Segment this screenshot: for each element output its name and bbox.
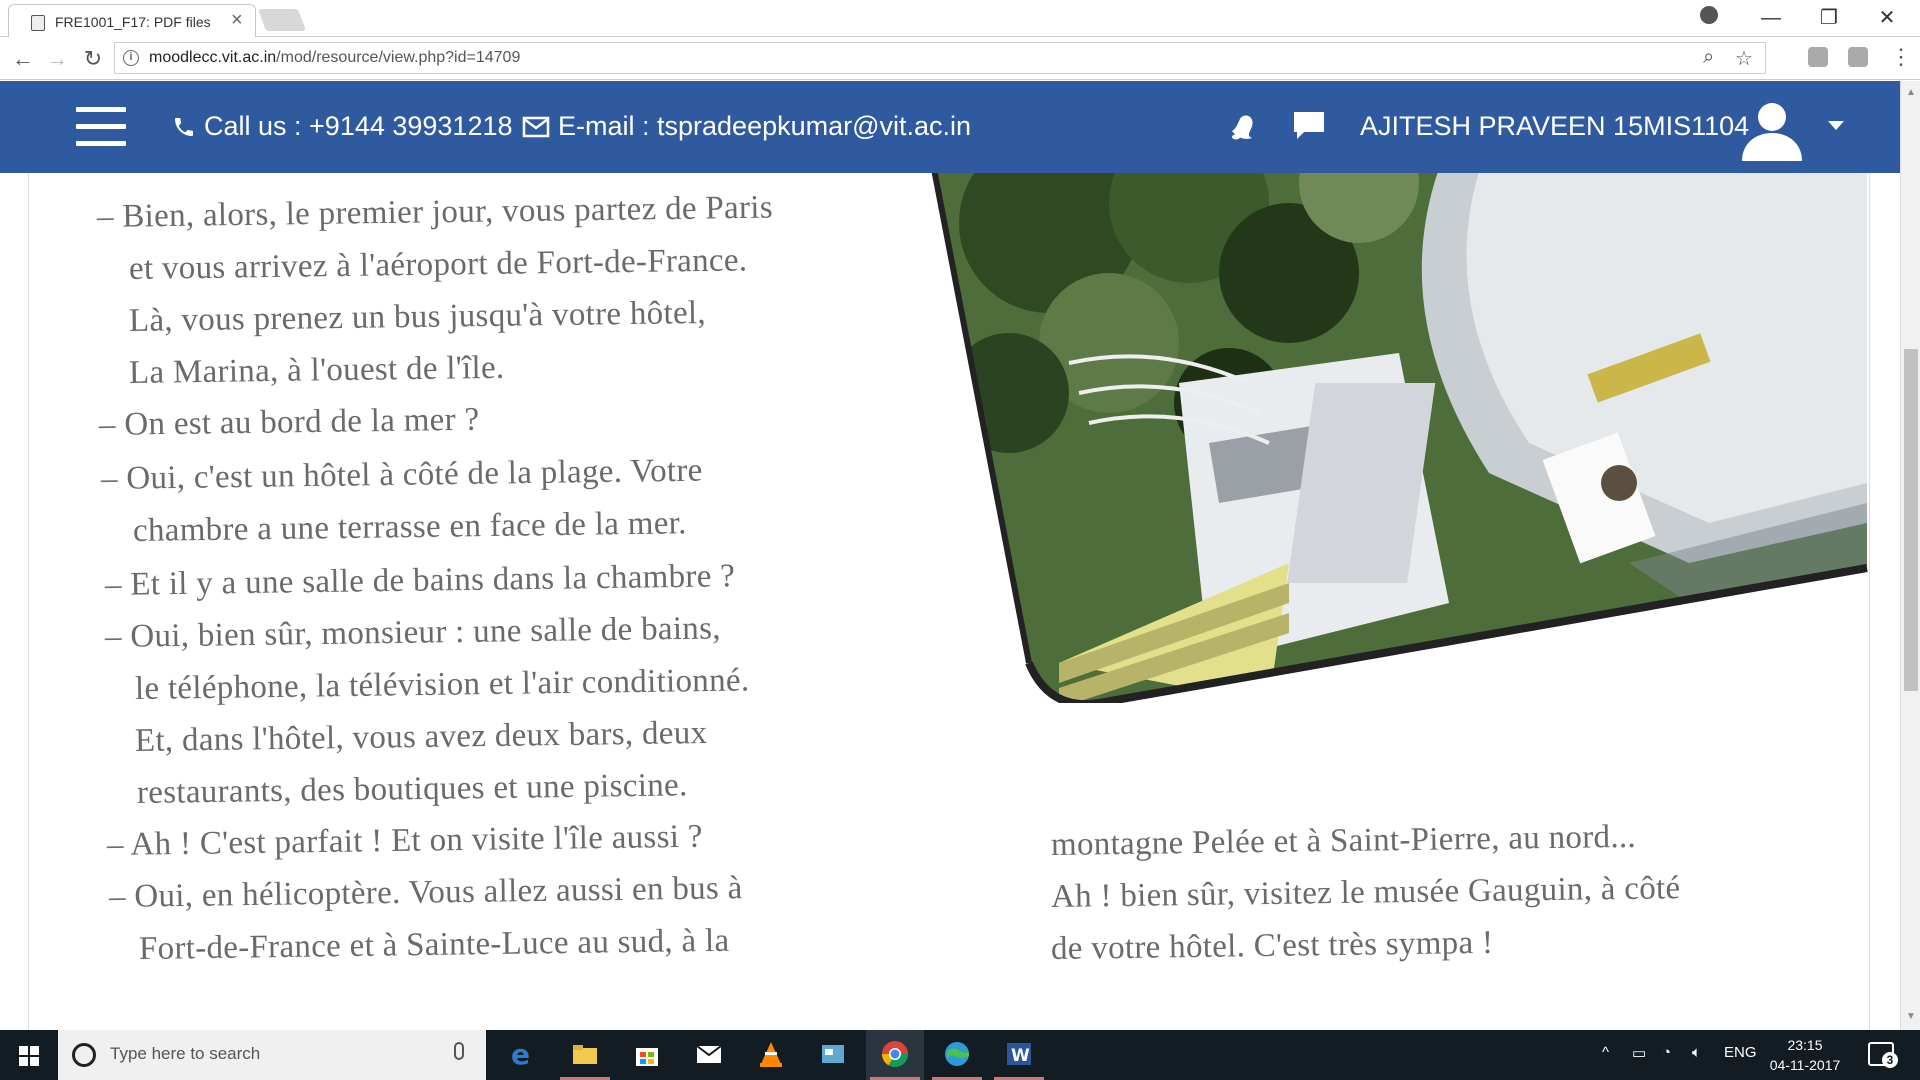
file-explorer-app-icon[interactable] [556,1030,614,1080]
envelope-icon [522,116,550,137]
profile-icon[interactable] [1700,6,1718,24]
text-line: montagne Pelée et à Saint-Pierre, au nor… [1050,818,1637,863]
user-menu-caret-icon[interactable] [1828,121,1844,130]
control-panel-app-icon[interactable] [804,1030,862,1080]
clock-time: 23:15 [1787,1037,1823,1053]
vlc-app-icon[interactable] [742,1030,800,1080]
volume-icon[interactable]: 🔈︎ [1692,1044,1701,1061]
edge-app-icon[interactable]: e [494,1030,552,1080]
new-tab-button[interactable] [257,9,307,31]
messages-icon[interactable] [1292,109,1326,143]
site-header: Call us : +9144 39931218 E-mail : tsprad… [0,81,1900,173]
back-button[interactable]: ← [10,46,36,72]
mail-app-icon[interactable] [680,1030,738,1080]
text-line: Ah ! bien sûr, visitez le musée Gauguin,… [1050,870,1681,915]
svg-text:W: W [1011,1046,1030,1066]
hamburger-menu-icon[interactable] [76,107,126,147]
windows-start-icon[interactable] [0,1030,58,1080]
text-line: – Oui, bien sûr, monsieur : une salle de… [104,610,722,655]
notification-bell-icon[interactable] [1226,109,1260,143]
text-line: et vous arrivez à l'aéroport de Fort-de-… [128,242,748,287]
address-bar[interactable]: i moodlecc.vit.ac.in/mod/resource/view.p… [114,42,1766,74]
zoom-icon[interactable]: ⌕ [1703,46,1714,69]
action-center-icon[interactable]: 3 [1868,1042,1898,1068]
scroll-thumb[interactable] [1904,349,1918,691]
text-line: – Oui, c'est un hôtel à côté de la plage… [100,452,703,497]
clock-date: 04-11-2017 [1769,1057,1841,1073]
store-app-icon[interactable] [618,1030,676,1080]
tab-title: FRE1001_F17: PDF files [55,14,211,30]
forward-button[interactable]: → [44,46,70,72]
microphone-icon[interactable] [454,1042,464,1060]
user-avatar-icon[interactable] [1740,97,1804,161]
chrome-app-icon[interactable] [866,1030,924,1080]
text-line: restaurants, des boutiques et une piscin… [136,767,688,811]
text-line: chambre a une terrasse en face de la mer… [132,505,687,549]
url-path: /mod/resource/view.php?id=14709 [276,49,521,66]
system-clock[interactable]: 23:15 04-11-2017 [1768,1035,1842,1075]
svg-text:e: e [511,1040,530,1068]
email-text: E-mail : tspradeepkumar@vit.ac.in [558,111,972,141]
cortana-icon [72,1043,96,1067]
text-line: Là, vous prenez un bus jusqu'à votre hôt… [128,294,707,339]
taskbar-search-input[interactable]: Type here to search [58,1030,486,1080]
info-icon[interactable]: i [123,50,139,66]
text-line: de votre hôtel. C'est très sympa ! [1050,924,1494,967]
pdf-page: – Bien, alors, le premier jour, vous par… [28,173,1870,1030]
extension-icon-2[interactable] [1848,47,1868,67]
language-indicator[interactable]: ENG [1724,1044,1757,1061]
search-placeholder: Type here to search [110,1044,261,1063]
call-us-link[interactable]: Call us : +9144 39931218 [172,111,513,142]
hotel-photo [929,173,1868,703]
user-name[interactable]: AJITESH PRAVEEN 15MIS1104 [1360,111,1749,142]
tab-close-button[interactable]: × [231,10,243,30]
scroll-up-icon[interactable]: ▲ [1906,87,1916,98]
scroll-down-icon[interactable]: ▼ [1906,1011,1916,1022]
show-hidden-icons-icon[interactable]: ^ [1602,1044,1609,1061]
browser-menu-icon[interactable]: ⋮ [1890,44,1912,70]
call-us-text: Call us : +9144 39931218 [204,111,513,141]
page-scrollbar[interactable]: ▲ ▼ [1900,81,1920,1030]
text-line: – Ah ! C'est parfait ! Et on visite l'îl… [106,818,703,863]
text-line: – Bien, alors, le premier jour, vous par… [96,189,774,235]
url-text[interactable]: moodlecc.vit.ac.in/mod/resource/view.php… [149,49,520,67]
text-line: Fort-de-France et à Sainte-Luce au sud, … [138,922,730,967]
text-line: – Et il y a une salle de bains dans la c… [104,558,736,603]
close-window-button[interactable]: ✕ [1864,4,1910,32]
windows-taskbar: Type here to search e W ^ ▭ ◔ 🔈︎ ENG 23:… [0,1030,1920,1080]
browser-tab-strip: FRE1001_F17: PDF files × — ❐ ✕ [0,0,1920,37]
text-line: La Marina, à l'ouest de l'île. [128,349,505,391]
text-line: – On est au bord de la mer ? [98,401,480,443]
maximize-button[interactable]: ❐ [1806,4,1852,32]
minimize-button[interactable]: — [1748,4,1794,32]
pdf-file-icon [31,15,45,31]
notification-count-badge: 3 [1882,1052,1898,1068]
browser-toolbar: ← → ↻ i moodlecc.vit.ac.in/mod/resource/… [0,37,1920,80]
globe-app-icon[interactable] [928,1030,986,1080]
browser-tab-active[interactable]: FRE1001_F17: PDF files × [8,4,256,37]
bookmark-star-icon[interactable]: ☆ [1735,46,1753,71]
email-link[interactable]: E-mail : tspradeepkumar@vit.ac.in [522,111,971,142]
word-app-icon[interactable]: W [990,1030,1048,1080]
reload-button[interactable]: ↻ [80,46,106,72]
phone-icon [175,117,193,136]
wifi-icon[interactable]: ◔ [1662,1044,1671,1061]
extension-icon[interactable] [1808,47,1828,67]
url-host: moodlecc.vit.ac.in [149,49,277,66]
text-line: – Oui, en hélicoptère. Vous allez aussi … [108,870,743,915]
battery-icon[interactable]: ▭ [1632,1044,1646,1062]
text-line: Et, dans l'hôtel, vous avez deux bars, d… [134,715,708,759]
text-line: le téléphone, la télévision et l'air con… [134,662,750,707]
pdf-viewer: – Bien, alors, le premier jour, vous par… [0,173,1900,1030]
